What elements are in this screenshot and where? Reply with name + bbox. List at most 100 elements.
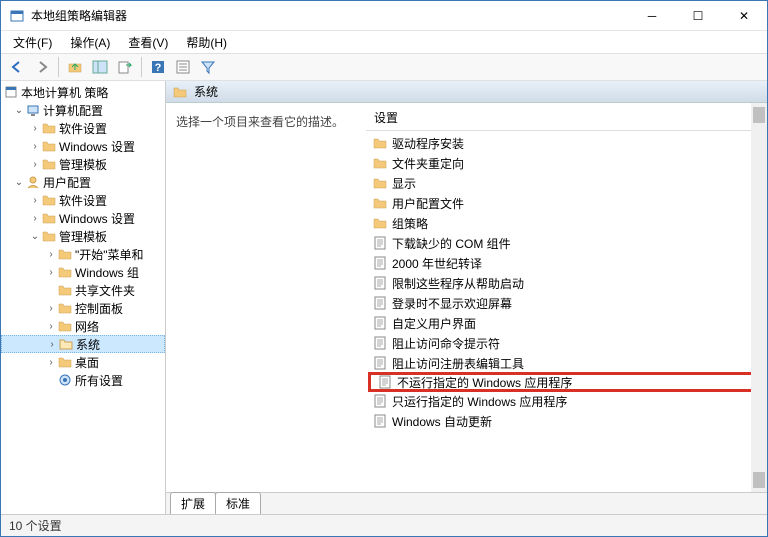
tree-admin-templates-2[interactable]: ⌄ 管理模板: [1, 227, 165, 245]
folder-open-icon: [58, 337, 74, 351]
list-item-label: 只运行指定的 Windows 应用程序: [392, 393, 567, 410]
status-text: 10 个设置: [9, 517, 62, 534]
folder-icon: [41, 121, 57, 135]
view-tabs: 扩展 标准: [166, 492, 767, 514]
list-item-label: 下载缺少的 COM 组件: [392, 235, 511, 252]
tree-software-settings-1[interactable]: › 软件设置: [1, 119, 165, 137]
tree-control-panel[interactable]: › 控制面板: [1, 299, 165, 317]
expand-icon[interactable]: ›: [46, 339, 58, 350]
tree-shared-folders[interactable]: 共享文件夹: [1, 281, 165, 299]
tree-panel[interactable]: 本地计算机 策略 ⌄ 计算机配置 › 软件设置 › Windows 设置 › 管…: [1, 81, 166, 514]
expand-icon[interactable]: ›: [45, 249, 57, 260]
folder-icon: [41, 229, 57, 243]
window-controls: ─ ☐ ✕: [629, 1, 767, 31]
list-item[interactable]: 登录时不显示欢迎屏幕: [366, 293, 767, 313]
app-icon: [9, 8, 25, 24]
list-item[interactable]: 只运行指定的 Windows 应用程序: [366, 391, 767, 411]
menu-view[interactable]: 查看(V): [120, 32, 176, 53]
scrollbar-vertical[interactable]: [751, 103, 767, 492]
export-button[interactable]: [113, 55, 137, 79]
main-content: 本地计算机 策略 ⌄ 计算机配置 › 软件设置 › Windows 设置 › 管…: [1, 81, 767, 514]
policy-setting-icon: [372, 256, 388, 270]
menu-action[interactable]: 操作(A): [62, 32, 118, 53]
tree-all-settings[interactable]: 所有设置: [1, 371, 165, 389]
list-item[interactable]: 不运行指定的 Windows 应用程序: [368, 372, 765, 392]
list-item[interactable]: 组策略: [366, 213, 767, 233]
collapse-icon[interactable]: ⌄: [13, 177, 25, 188]
list-item[interactable]: 2000 年世纪转译: [366, 253, 767, 273]
tree-root[interactable]: 本地计算机 策略: [1, 83, 165, 101]
close-button[interactable]: ✕: [721, 1, 767, 31]
expand-icon[interactable]: ›: [29, 123, 41, 134]
tree-windows-components[interactable]: › Windows 组: [1, 263, 165, 281]
help-button[interactable]: ?: [146, 55, 170, 79]
svg-text:?: ?: [155, 62, 162, 74]
app-window: 本地组策略编辑器 ─ ☐ ✕ 文件(F) 操作(A) 查看(V) 帮助(H) ?…: [0, 0, 768, 537]
column-header-setting[interactable]: 设置: [366, 107, 767, 128]
expand-icon[interactable]: ›: [29, 213, 41, 224]
list-item-label: 显示: [392, 175, 416, 192]
window-title: 本地组策略编辑器: [31, 7, 629, 24]
list-item-label: 2000 年世纪转译: [392, 255, 482, 272]
expand-icon[interactable]: ›: [45, 321, 57, 332]
policy-setting-icon: [372, 236, 388, 250]
policy-setting-icon: [372, 394, 388, 408]
expand-icon[interactable]: ›: [29, 195, 41, 206]
list-item-label: 不运行指定的 Windows 应用程序: [397, 374, 572, 391]
maximize-button[interactable]: ☐: [675, 1, 721, 31]
collapse-icon[interactable]: ⌄: [29, 231, 41, 242]
folder-icon: [372, 216, 388, 230]
menu-file[interactable]: 文件(F): [5, 32, 60, 53]
list-item[interactable]: 阻止访问命令提示符: [366, 333, 767, 353]
expand-icon[interactable]: ›: [45, 303, 57, 314]
up-button[interactable]: [63, 55, 87, 79]
expand-icon[interactable]: ›: [29, 159, 41, 170]
list-item[interactable]: 下载缺少的 COM 组件: [366, 233, 767, 253]
scroll-up-button[interactable]: [753, 107, 765, 123]
settings-list[interactable]: 设置 驱动程序安装文件夹重定向显示用户配置文件组策略下载缺少的 COM 组件 20…: [366, 103, 767, 492]
tree-user-config[interactable]: ⌄ 用户配置: [1, 173, 165, 191]
folder-icon: [57, 265, 73, 279]
policy-setting-icon: [372, 296, 388, 310]
separator: [366, 130, 767, 131]
list-item[interactable]: Windows 自动更新: [366, 411, 767, 431]
tree-computer-config[interactable]: ⌄ 计算机配置: [1, 101, 165, 119]
list-item[interactable]: 限制这些程序从帮助启动: [366, 273, 767, 293]
tab-extended[interactable]: 扩展: [170, 492, 216, 514]
folder-icon: [372, 196, 388, 210]
menu-help[interactable]: 帮助(H): [178, 32, 235, 53]
tree-admin-templates-1[interactable]: › 管理模板: [1, 155, 165, 173]
tree-windows-settings-1[interactable]: › Windows 设置: [1, 137, 165, 155]
tab-standard[interactable]: 标准: [215, 492, 261, 514]
list-item[interactable]: 文件夹重定向: [366, 153, 767, 173]
properties-button[interactable]: [171, 55, 195, 79]
list-item[interactable]: 驱动程序安装: [366, 133, 767, 153]
tree-start-menu[interactable]: › "开始"菜单和: [1, 245, 165, 263]
expand-icon[interactable]: ›: [45, 357, 57, 368]
tree-windows-settings-2[interactable]: › Windows 设置: [1, 209, 165, 227]
back-button[interactable]: [5, 55, 29, 79]
show-tree-button[interactable]: [88, 55, 112, 79]
list-item[interactable]: 阻止访问注册表编辑工具: [366, 353, 767, 373]
list-item[interactable]: 自定义用户界面: [366, 313, 767, 333]
details-header: 系统: [166, 81, 767, 103]
scroll-down-button[interactable]: [753, 472, 765, 488]
folder-icon: [41, 193, 57, 207]
expand-icon[interactable]: ›: [45, 267, 57, 278]
details-body: 选择一个项目来查看它的描述。 设置 驱动程序安装文件夹重定向显示用户配置文件组策…: [166, 103, 767, 492]
list-item[interactable]: 显示: [366, 173, 767, 193]
forward-button[interactable]: [30, 55, 54, 79]
tree-network[interactable]: › 网络: [1, 317, 165, 335]
filter-button[interactable]: [196, 55, 220, 79]
separator: [141, 57, 142, 77]
minimize-button[interactable]: ─: [629, 1, 675, 31]
tree-system[interactable]: › 系统: [1, 335, 165, 353]
folder-icon: [41, 157, 57, 171]
collapse-icon[interactable]: ⌄: [13, 105, 25, 116]
tree-desktop[interactable]: › 桌面: [1, 353, 165, 371]
expand-icon[interactable]: ›: [29, 141, 41, 152]
list-item[interactable]: 用户配置文件: [366, 193, 767, 213]
list-item-label: 自定义用户界面: [392, 315, 476, 332]
tree-software-settings-2[interactable]: › 软件设置: [1, 191, 165, 209]
list-item-label: Windows 自动更新: [392, 413, 492, 430]
